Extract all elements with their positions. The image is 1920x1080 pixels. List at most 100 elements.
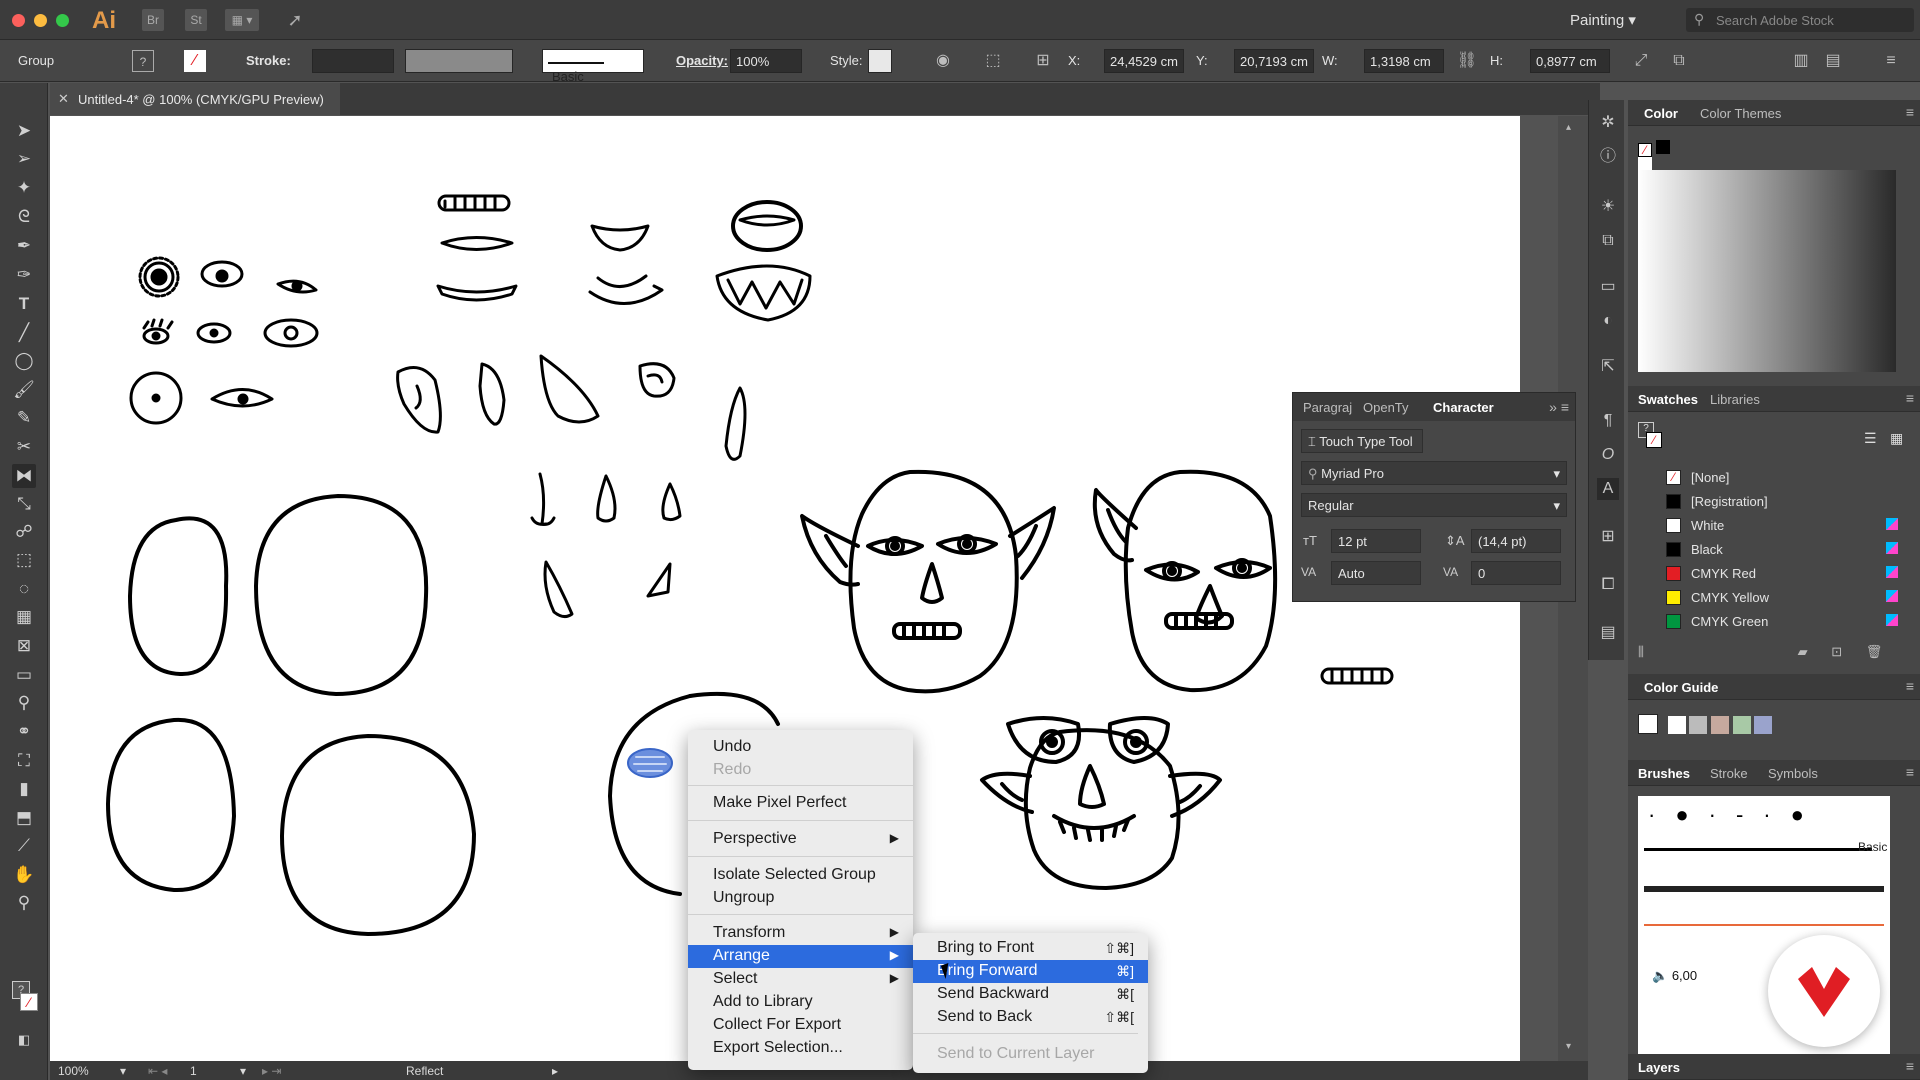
close-window-button[interactable] [12,14,25,27]
eyedropper-tool-icon[interactable]: ⚲ [12,691,36,715]
artboard-next-icon[interactable]: ▸ ⇥ [262,1064,281,1078]
brush-arrow-row[interactable] [1644,924,1884,926]
swatches-fill-stroke-mini[interactable]: ? ⁄ [1638,422,1664,452]
search-stock-input[interactable]: ⚲ Search Adobe Stock [1686,8,1914,32]
close-document-icon[interactable]: ✕ [58,91,69,107]
bridge-button[interactable]: Br [142,9,164,31]
magic-wand-tool-icon[interactable]: ✦ [12,176,36,200]
font-family-dropdown[interactable]: ⚲ Myriad Pro ▾ [1301,461,1567,485]
hand-tool-icon[interactable]: ✋ [12,863,36,887]
recolor-artwork-icon[interactable]: ◉ [932,50,954,72]
pencil-tool-icon[interactable]: ✎ [12,406,36,430]
reference-point-icon[interactable]: ⊞ [1032,50,1054,72]
face-one[interactable] [800,469,1056,694]
tab-swatches[interactable]: Swatches [1638,392,1698,407]
x-position-field[interactable]: 24,4529 cm [1104,49,1184,73]
leading-field[interactable]: (14,4 pt) [1471,529,1561,553]
fill-swatch[interactable]: ? [132,50,154,72]
free-transform-tool-icon[interactable]: ⬚ [12,548,36,572]
pen-tool-icon[interactable]: ✒ [12,234,36,258]
layers-title[interactable]: Layers [1638,1060,1680,1075]
export-panel-icon[interactable]: ⇱ [1597,356,1619,378]
loose-mouth[interactable] [1320,667,1394,685]
tab-character[interactable]: Character [1433,400,1494,415]
scroll-up-icon[interactable]: ▴ [1566,122,1571,133]
zoom-level[interactable]: 100% [58,1064,89,1078]
selection-tool-icon[interactable]: ➤ [12,119,36,143]
menu-item-ungroup[interactable]: Ungroup [688,887,913,910]
face-two[interactable] [1092,469,1278,693]
paragraph-panel-icon[interactable]: ¶ [1597,410,1619,432]
swatch-black[interactable]: Black [1666,538,1906,562]
zoom-dropdown-icon[interactable]: ▾ [120,1064,126,1078]
color-guide-menu-icon[interactable]: ≡ [1906,678,1914,694]
color-guide-title[interactable]: Color Guide [1644,680,1718,695]
ellipse-tool-icon[interactable]: ◯ [12,349,36,373]
menu-item-export-selection[interactable]: Export Selection... [688,1037,913,1060]
info-panel-icon[interactable]: ⓘ [1597,146,1619,168]
align-panel-icon[interactable]: ▤ [1597,622,1619,644]
menu-item-send-backward[interactable]: Send Backward ⌘[ [913,983,1148,1006]
brush-basic-row[interactable] [1644,848,1872,851]
stroke-weight-field[interactable] [312,49,394,73]
gradient-tool-icon[interactable]: ▭ [12,663,36,687]
gradient-panel-icon[interactable]: ▭ [1597,276,1619,298]
paintbrush-tool-icon[interactable]: 🖌 [12,378,36,402]
drawing-modes-icon[interactable]: ◧ [12,1028,36,1052]
appearance-panel-icon[interactable]: ☀ [1597,196,1619,218]
stock-button[interactable]: St [185,9,207,31]
properties-panel-icon[interactable]: ✲ [1597,112,1619,134]
pathfinder-panel-icon[interactable]: ⧠ [1597,574,1619,596]
tab-color[interactable]: Color [1644,106,1678,121]
swatches-panel-menu-icon[interactable]: ≡ [1906,390,1914,406]
opentype-panel-icon[interactable]: O [1597,444,1619,466]
zoom-tool-icon[interactable]: ⚲ [12,891,36,915]
align-to-selection-icon[interactable]: ⬚ [982,50,1004,72]
swatch-libraries-icon[interactable]: ⫼ [1638,644,1644,659]
transform-icon[interactable]: ⤢ [1630,50,1652,72]
color-guide-harmony[interactable] [1638,714,1838,736]
ear-shapes[interactable] [396,354,747,461]
tab-stroke[interactable]: Stroke [1710,766,1748,781]
transform-panel-icon[interactable]: ⧉ [1597,230,1619,252]
distribute-icon[interactable]: ▤ [1822,50,1844,72]
scroll-down-icon[interactable]: ▾ [1566,1041,1571,1052]
brush-definition-dropdown[interactable]: Basic [542,49,644,84]
artboard-number[interactable]: 1 [190,1064,197,1078]
menu-item-bring-to-front[interactable]: Bring to Front ⇧⌘] [913,937,1148,960]
menu-item-undo[interactable]: Undo [688,736,913,759]
gpu-performance-icon[interactable]: ➚ [284,9,306,31]
shape-builder-tool-icon[interactable]: ◌ [12,577,36,601]
transparency-panel-icon[interactable]: ◐ [1597,310,1619,332]
y-position-field[interactable]: 20,7193 cm [1234,49,1314,73]
tab-libraries[interactable]: Libraries [1710,392,1760,407]
tracking-field[interactable]: 0 [1471,561,1561,585]
color-fill-stroke-mini[interactable]: ⁄ [1638,140,1682,171]
symbol-sprayer-tool-icon[interactable]: ⛶ [12,749,36,773]
kerning-field[interactable]: Auto [1331,561,1421,585]
swatch-none[interactable]: ⁄ [None] [1666,466,1906,490]
perspective-grid-tool-icon[interactable]: ▦ [12,605,36,629]
nose-shapes[interactable] [530,472,682,619]
layers-panel-menu-icon[interactable]: ≡ [1906,1058,1914,1074]
height-field[interactable]: 0,8977 cm [1530,49,1610,73]
font-size-field[interactable]: 12 pt [1331,529,1421,553]
swatch-cmyk-red[interactable]: CMYK Red [1666,562,1906,586]
new-swatch-icon[interactable]: ⊡ [1831,644,1842,659]
maximize-window-button[interactable] [56,14,69,27]
tab-paragraph[interactable]: Paragraj [1303,400,1352,415]
opacity-field[interactable]: 100% [730,49,802,73]
artboards-panel-icon[interactable]: ⊞ [1597,526,1619,548]
artboard-tool-icon[interactable]: ⬒ [12,806,36,830]
swatch-registration[interactable]: [Registration] [1666,490,1906,514]
brushes-panel-menu-icon[interactable]: ≡ [1906,764,1914,780]
menu-item-select[interactable]: Select ▶ [688,968,913,991]
menu-item-send-to-back[interactable]: Send to Back ⇧⌘[ [913,1006,1148,1029]
align-icon[interactable]: ▥ [1790,50,1812,72]
tab-symbols[interactable]: Symbols [1768,766,1818,781]
color-spectrum[interactable] [1638,170,1896,372]
constrain-proportions-icon[interactable]: ⛓ [1456,50,1478,72]
delete-swatch-icon[interactable]: 🗑 [1866,644,1883,659]
fill-stroke-icon[interactable]: ? ⁄ [12,981,38,1017]
menu-item-isolate-selected-group[interactable]: Isolate Selected Group [688,864,913,887]
